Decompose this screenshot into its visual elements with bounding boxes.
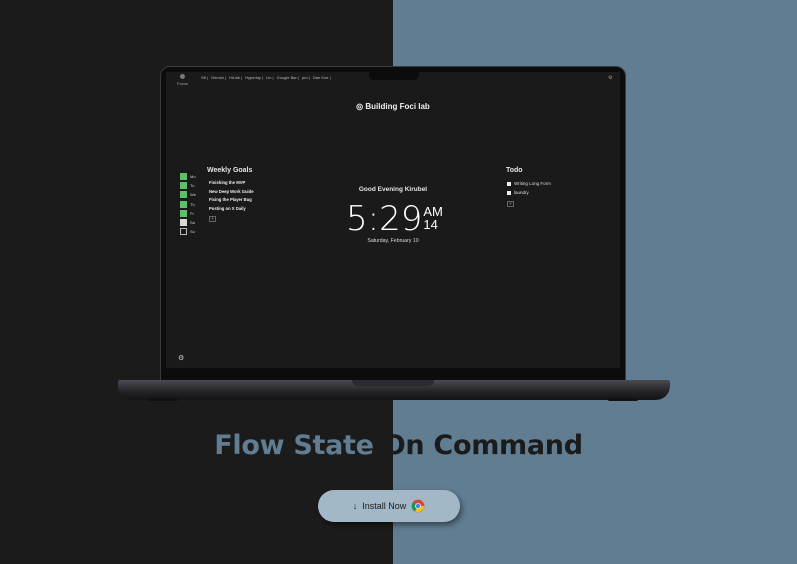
day-row[interactable]: Mo	[180, 172, 196, 181]
bookmark-link[interactable]: pro |	[302, 75, 310, 80]
day-row[interactable]: Su	[180, 227, 196, 236]
todo-label: Writing Long Form	[514, 181, 551, 186]
settings-gear-icon[interactable]: ⚙	[178, 354, 184, 362]
headline-part1: Flow State	[214, 430, 383, 461]
day-row[interactable]: Fr	[180, 209, 196, 218]
laptop-screen: Focus S8 | Gemini | HiLink | Hyperlay | …	[166, 72, 620, 368]
todo-title: Todo	[506, 167, 523, 174]
bookmark-link[interactable]: S8 |	[201, 75, 208, 80]
clock: 5:29 AM 14	[346, 202, 443, 236]
day-checkbox[interactable]	[180, 173, 187, 181]
clock-time: 5:29	[346, 199, 423, 239]
add-goal-button[interactable]: +	[209, 216, 216, 222]
brand-logo-icon: ◎	[356, 102, 364, 111]
laptop-groove	[352, 380, 434, 386]
day-row[interactable]: Sa	[180, 218, 196, 227]
bookmark-link[interactable]: Hyperlay |	[245, 75, 263, 80]
install-label: Install Now	[362, 501, 407, 511]
goal-item[interactable]: Posting on X Daily	[209, 206, 254, 215]
todo-list: Writing Long Form laundry	[507, 179, 551, 197]
todo-checkbox[interactable]	[507, 190, 511, 195]
focus-mode-icon[interactable]	[180, 74, 185, 79]
bookmark-link[interactable]: Lin |	[266, 75, 274, 80]
day-label: Th	[190, 201, 195, 207]
day-checkbox[interactable]	[180, 228, 187, 236]
todo-item[interactable]: Writing Long Form	[507, 179, 551, 188]
day-checkbox[interactable]	[180, 219, 187, 227]
day-label: Mo	[190, 174, 196, 180]
chrome-logo-icon	[411, 499, 425, 513]
bookmark-link[interactable]: HiLink |	[229, 75, 242, 80]
install-now-button[interactable]: ↓ Install Now	[318, 490, 460, 522]
day-label: Su	[190, 229, 195, 235]
laptop-foot	[148, 398, 178, 401]
day-tracker: Mo Tu We Th Fr Sa Su	[180, 172, 196, 236]
day-checkbox[interactable]	[180, 200, 187, 208]
day-label: Sa	[190, 220, 195, 226]
headline: Flow State On Command	[0, 430, 797, 461]
day-label: We	[190, 192, 196, 198]
brand-name: Building Foci lab	[365, 102, 430, 111]
day-checkbox[interactable]	[180, 209, 187, 217]
bookmark-link[interactable]: Dan Koe |	[313, 75, 331, 80]
todo-item[interactable]: laundry	[507, 188, 551, 197]
weekly-goals-title: Weekly Goals	[207, 167, 253, 174]
todo-label: laundry	[514, 190, 529, 195]
brand-title: ◎ Building Foci lab	[166, 102, 620, 111]
camera-notch	[369, 72, 419, 80]
greeting: Good Evening Kirubel	[358, 186, 428, 193]
headline-part2: On Command	[382, 430, 583, 461]
bookmarks-bar: S8 | Gemini | HiLink | Hyperlay | Lin | …	[201, 75, 331, 80]
focus-label: Focus	[177, 81, 188, 86]
day-row[interactable]: Th	[180, 200, 196, 209]
clock-seconds: 14	[423, 217, 438, 232]
laptop-foot	[608, 398, 638, 401]
date-label: Saturday, February 10	[367, 238, 419, 244]
gear-icon[interactable]: ⚙	[608, 75, 612, 81]
day-label: Fr	[190, 210, 194, 216]
bookmark-link[interactable]: Gemini |	[211, 75, 226, 80]
add-todo-button[interactable]: +	[507, 201, 514, 207]
todo-checkbox[interactable]	[507, 181, 511, 186]
bookmark-link[interactable]: Google Bar |	[277, 75, 299, 80]
goal-item[interactable]: Fixing the Player Bug	[209, 197, 254, 206]
arrow-down-icon: ↓	[352, 501, 358, 511]
